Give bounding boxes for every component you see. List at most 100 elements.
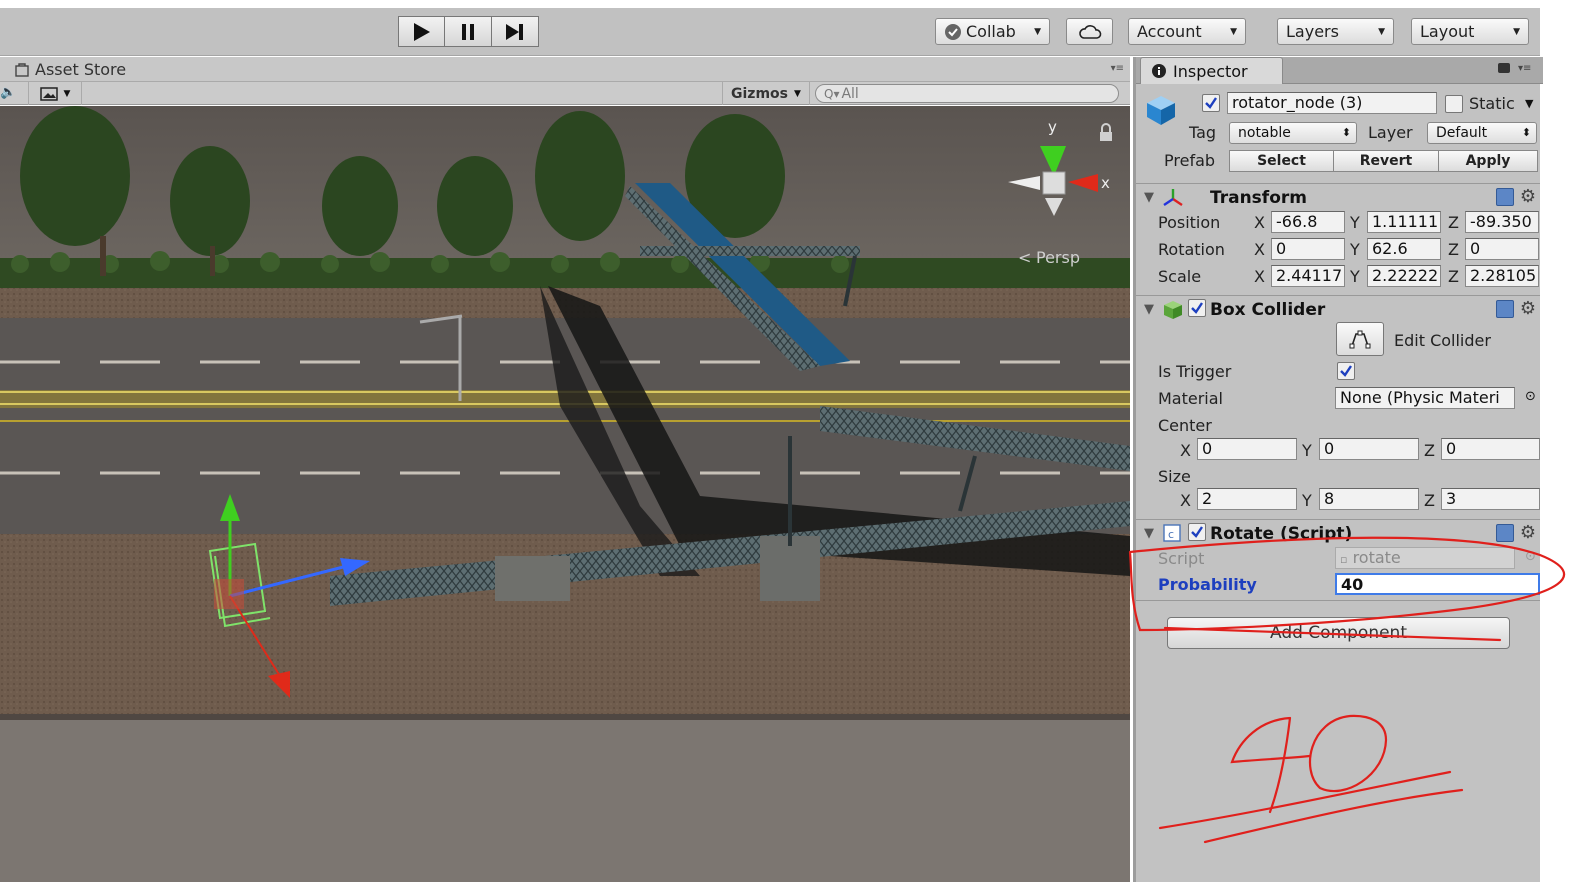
position-z-field[interactable]: -89.350 (1465, 211, 1539, 233)
tag-dropdown[interactable]: notable ⬍ (1229, 122, 1357, 144)
panel-menu-icon[interactable]: ▾≡ (1518, 63, 1531, 74)
foldout-triangle-icon[interactable]: ▼ (1144, 190, 1154, 205)
persp-label[interactable]: Persp (1036, 248, 1080, 267)
gear-icon[interactable]: ⚙ (1520, 300, 1536, 318)
size-z-field[interactable]: 3 (1441, 488, 1540, 510)
pause-button[interactable] (445, 16, 492, 47)
checkmark-icon (945, 23, 961, 40)
transform-header[interactable]: ▼ Transform ⚙ (1136, 183, 1540, 209)
tag-label: Tag (1189, 123, 1217, 142)
scene-toolbar: 🔈 ▼ Gizmos ▼ Q▾ All (0, 81, 1130, 105)
checkmark-icon (1191, 526, 1203, 538)
layer-label: Layer (1368, 123, 1413, 142)
account-dropdown[interactable]: Account ▼ (1128, 18, 1246, 45)
position-y-field[interactable]: 1.11111 (1367, 211, 1441, 233)
gear-icon[interactable]: ⚙ (1520, 188, 1536, 206)
cloud-icon (1078, 24, 1101, 39)
scene-tab-strip: Asset Store ▾≡ (0, 57, 1130, 81)
main-toolbar: Collab ▼ Account ▼ Layers ▼ Layout ▼ (0, 8, 1540, 56)
prefab-select-button[interactable]: Select (1229, 150, 1334, 172)
size-x-label: X (1180, 491, 1191, 510)
scale-label: Scale (1158, 267, 1202, 286)
scene-render: y x < Persp (0, 106, 1130, 882)
scale-y-label: Y (1350, 267, 1360, 286)
layers-dropdown[interactable]: Layers ▼ (1277, 18, 1394, 45)
persp-arrow-icon: < (1018, 248, 1031, 267)
collab-dropdown[interactable]: Collab ▼ (935, 18, 1050, 45)
chevron-down-icon: ▼ (1230, 26, 1237, 37)
edit-collider-button[interactable] (1336, 322, 1384, 356)
scale-z-field[interactable]: 2.28105 (1465, 265, 1539, 287)
scene-search-input[interactable]: Q▾ All (815, 84, 1119, 103)
chevron-down-icon[interactable]: ▼ (1525, 97, 1533, 110)
center-z-field[interactable]: 0 (1441, 438, 1540, 460)
layer-dropdown[interactable]: Default ⬍ (1427, 122, 1537, 144)
scene-viewport[interactable]: y x < Persp (0, 106, 1130, 882)
position-label: Position (1158, 213, 1221, 232)
position-y-label: Y (1350, 213, 1360, 232)
chevron-down-icon: ▼ (63, 88, 71, 99)
updown-icon: ⬍ (1341, 126, 1351, 139)
effects-button[interactable]: ▼ (28, 82, 82, 105)
position-x-field[interactable]: -66.8 (1271, 211, 1345, 233)
static-checkbox[interactable] (1445, 95, 1463, 113)
chevron-down-icon: ▼ (1378, 26, 1385, 37)
lock-icon[interactable] (1498, 63, 1510, 73)
inspector-panel: Inspector ▾≡ rotator_node (3) Static ▼ T… (1133, 57, 1543, 882)
rotate-script-enabled-checkbox[interactable] (1188, 523, 1206, 541)
audio-icon[interactable]: 🔈 (0, 85, 16, 100)
box-collider-title: Box Collider (1210, 300, 1326, 320)
static-label: Static (1469, 94, 1515, 113)
layout-dropdown[interactable]: Layout ▼ (1411, 18, 1529, 45)
material-label: Material (1158, 389, 1223, 408)
play-button[interactable] (398, 16, 445, 47)
edit-collider-icon (1349, 330, 1371, 349)
play-icon (413, 22, 430, 41)
rotation-y-field[interactable]: 62.6 (1367, 238, 1441, 260)
step-button[interactable] (492, 16, 539, 47)
edit-collider-label: Edit Collider (1394, 331, 1491, 350)
tab-asset-store[interactable]: Asset Store (14, 60, 126, 79)
box-collider-enabled-checkbox[interactable] (1188, 299, 1206, 317)
size-y-field[interactable]: 8 (1319, 488, 1419, 510)
gizmos-dropdown[interactable]: Gizmos ▼ (722, 82, 810, 105)
panel-menu-icon[interactable]: ▾≡ (1111, 63, 1124, 74)
prefab-apply-button[interactable]: Apply (1438, 150, 1538, 172)
help-book-icon[interactable] (1495, 524, 1514, 542)
center-x-field[interactable]: 0 (1197, 438, 1297, 460)
is-trigger-checkbox[interactable] (1337, 362, 1355, 380)
scale-y-field[interactable]: 2.22222 (1367, 265, 1441, 287)
scale-x-field[interactable]: 2.44117 (1271, 265, 1345, 287)
size-x-field[interactable]: 2 (1197, 488, 1297, 510)
account-label: Account (1137, 22, 1202, 41)
scale-z-label: Z (1448, 267, 1459, 286)
material-field[interactable]: None (Physic Materi (1335, 387, 1515, 409)
search-placeholder: All (841, 85, 859, 102)
center-y-field[interactable]: 0 (1319, 438, 1419, 460)
prefab-revert-button[interactable]: Revert (1333, 150, 1439, 172)
help-book-icon[interactable] (1495, 188, 1514, 206)
script-icon: c (1163, 524, 1181, 542)
search-icon: Q▾ (824, 86, 840, 101)
probability-field[interactable]: 40 (1335, 573, 1540, 595)
layer-value: Default (1436, 125, 1488, 141)
gear-icon[interactable]: ⚙ (1520, 524, 1536, 542)
tab-inspector[interactable]: Inspector (1140, 57, 1283, 84)
rotation-z-field[interactable]: 0 (1465, 238, 1539, 260)
cloud-button[interactable] (1066, 18, 1113, 45)
playback-controls (398, 16, 539, 47)
rotation-x-field[interactable]: 0 (1271, 238, 1345, 260)
foldout-triangle-icon[interactable]: ▼ (1144, 526, 1154, 541)
layers-label: Layers (1286, 22, 1339, 41)
foldout-triangle-icon[interactable]: ▼ (1144, 302, 1154, 317)
active-checkbox[interactable] (1202, 94, 1220, 112)
add-component-button[interactable]: Add Component (1167, 617, 1510, 649)
checkmark-icon (1340, 365, 1352, 377)
position-x-label: X (1254, 213, 1265, 232)
help-book-icon[interactable] (1495, 300, 1514, 318)
object-picker-icon[interactable]: ⊙ (1525, 389, 1536, 404)
box-collider-header[interactable]: ▼ Box Collider ⚙ (1136, 295, 1540, 321)
object-name-field[interactable]: rotator_node (3) (1227, 92, 1437, 114)
rotation-z-label: Z (1448, 240, 1459, 259)
rotate-script-header[interactable]: ▼ c Rotate (Script) ⚙ (1136, 519, 1540, 545)
